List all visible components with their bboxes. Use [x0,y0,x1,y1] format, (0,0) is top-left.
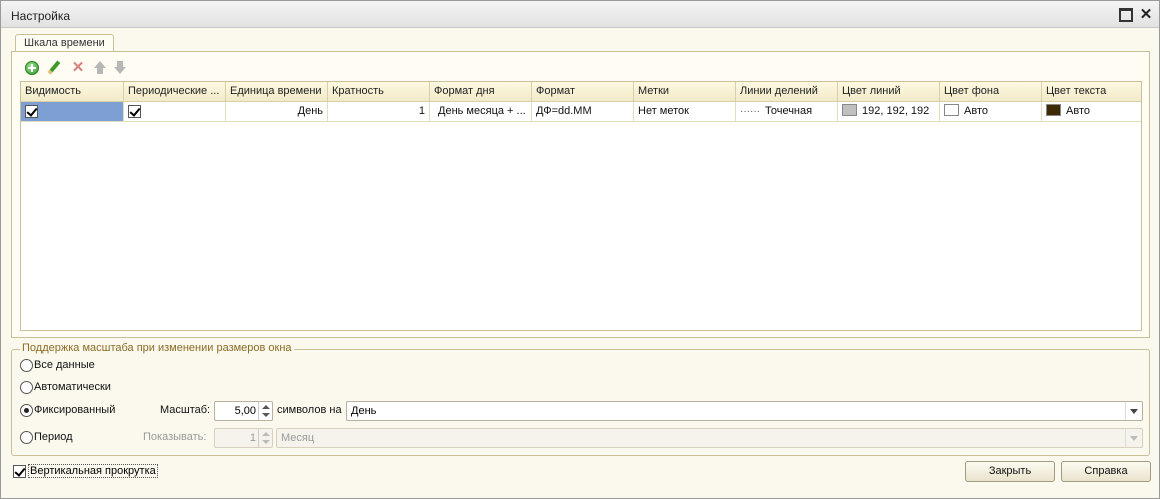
cell-text-color[interactable]: Авто [1042,102,1141,121]
cell-multiplicity[interactable]: 1 [328,102,430,121]
grid-header: Видимость Периодические ... Единица врем… [21,82,1141,102]
col-line-color[interactable]: Цвет линий [838,82,940,102]
visibility-checkbox[interactable] [25,105,38,118]
unit-value: День [351,405,377,417]
cell-format[interactable]: ДФ=dd.MM [532,102,634,121]
radio-all-data[interactable] [20,359,33,372]
col-text-color[interactable]: Цвет текста [1042,82,1141,102]
vertical-scroll-checkbox[interactable] [13,465,26,478]
symbols-label: символов на [277,404,342,416]
radio-all-data-label[interactable]: Все данные [34,359,95,371]
radio-period[interactable] [20,431,33,444]
col-time-unit[interactable]: Единица времени [226,82,328,102]
settings-window: Настройка ✕ Шкала времени ✕ Видимость Пе… [0,0,1160,499]
table-row[interactable]: День 1 День месяца + ... ДФ=dd.MM Нет ме… [21,102,1141,122]
title-bar: Настройка ✕ [1,1,1159,28]
show-label: Показывать: [143,431,207,443]
scale-spinner[interactable]: 5,00 [214,401,273,421]
tab-timescale[interactable]: Шкала времени [15,34,114,52]
close-button[interactable]: Закрыть [965,461,1055,482]
show-spinner[interactable]: 1 [214,428,273,448]
delete-icon[interactable]: ✕ [70,60,86,76]
move-up-icon[interactable] [92,60,108,76]
text-color-value: Авто [1066,105,1090,117]
scale-value: 5,00 [234,405,256,417]
window-title: Настройка [11,9,71,23]
bg-color-swatch [944,104,959,116]
period-unit-value: Месяц [281,432,315,444]
vertical-scroll-label[interactable]: Вертикальная прокрутка [28,464,158,478]
close-icon[interactable]: ✕ [1139,7,1153,22]
cell-time-unit[interactable]: День [226,102,328,121]
tab-panel: ✕ Видимость Периодические ... Единица вр… [11,51,1150,338]
radio-auto-label[interactable]: Автоматически [34,381,111,393]
unit-combo[interactable]: День [346,401,1143,421]
cell-line-color[interactable]: 192, 192, 192 [838,102,940,121]
text-color-swatch [1046,104,1061,116]
col-multiplicity[interactable]: Кратность [328,82,430,102]
cell-marks[interactable]: Нет меток [634,102,736,121]
cell-division-lines[interactable]: ······ Точечная [736,102,838,121]
division-lines-value: Точечная [764,105,813,117]
chevron-down-icon[interactable] [1125,402,1142,420]
col-visibility[interactable]: Видимость [21,82,124,102]
show-stepper-icon[interactable] [258,429,272,447]
show-value: 1 [249,432,256,444]
line-color-swatch [842,104,857,116]
maximize-icon[interactable] [1119,8,1133,22]
radio-auto[interactable] [20,381,33,394]
move-down-icon[interactable] [112,60,128,76]
line-color-value: 192, 192, 192 [862,105,930,117]
bg-color-value: Авто [964,105,988,117]
edit-icon[interactable] [46,60,62,76]
radio-fixed[interactable] [20,404,33,417]
cell-periodic[interactable] [124,102,226,121]
cell-bg-color[interactable]: Авто [940,102,1042,121]
chevron-down-icon[interactable] [1125,429,1142,447]
periodic-checkbox[interactable] [128,105,141,118]
col-day-format[interactable]: Формат дня [430,82,532,102]
col-format[interactable]: Формат [532,82,634,102]
col-division-lines[interactable]: Линии делений [736,82,838,102]
add-icon[interactable] [24,60,40,76]
timescale-grid[interactable]: Видимость Периодические ... Единица врем… [20,81,1142,331]
col-periodic[interactable]: Периодические ... [124,82,226,102]
scale-label: Масштаб: [160,404,211,416]
scale-stepper-icon[interactable] [258,402,272,420]
cell-day-format[interactable]: День месяца + ... [430,102,532,121]
radio-period-label[interactable]: Период [34,431,73,443]
radio-fixed-label[interactable]: Фиксированный [34,404,115,416]
scale-support-group: Поддержка масштаба при изменении размеро… [11,342,1150,456]
dotted-line-icon: ······ [740,106,760,117]
group-legend: Поддержка масштаба при изменении размеро… [20,342,294,354]
period-unit-combo[interactable]: Месяц [276,428,1143,448]
help-button[interactable]: Справка [1061,461,1151,482]
cell-visibility[interactable] [21,102,124,121]
col-marks[interactable]: Метки [634,82,736,102]
col-bg-color[interactable]: Цвет фона [940,82,1042,102]
